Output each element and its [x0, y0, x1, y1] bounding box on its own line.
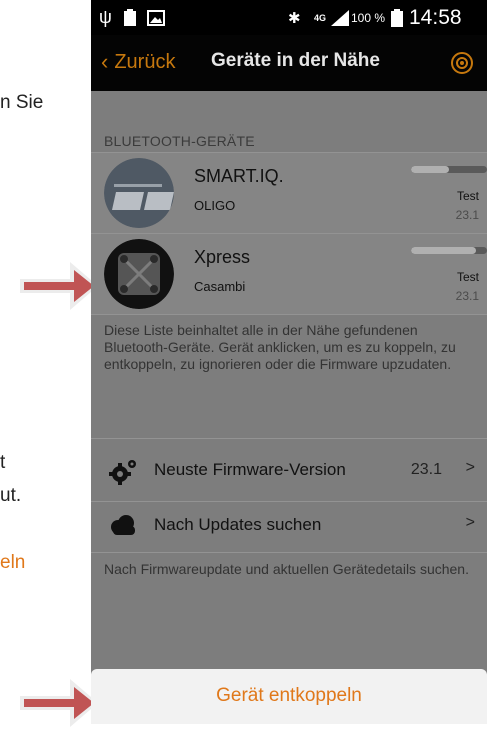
firmware-description: Nach Firmwareupdate und aktuellen Geräte…: [104, 561, 469, 577]
device-smartiq-avatar: [104, 158, 174, 228]
device-row[interactable]: SMART.IQ. OLIGO Test 23.1: [91, 153, 487, 233]
chevron-right-icon: >: [465, 514, 475, 531]
divider: [91, 438, 487, 439]
device-version: 23.1: [455, 208, 479, 222]
phone-screen: ψ ✱ 4G 100 % 14:58 ‹ Zurück Geräte in de…: [91, 0, 487, 724]
battery-percent: 100 %: [351, 10, 386, 25]
arrow-right-icon: [20, 679, 98, 727]
divider: [91, 314, 487, 315]
doc-text-fragment: t: [0, 452, 6, 473]
doc-text-fragment-highlight: eln: [0, 552, 26, 573]
signal-strength-bar: [411, 247, 487, 254]
signal-icon: [331, 0, 349, 35]
chevron-right-icon: >: [465, 459, 475, 476]
device-name: SMART.IQ.: [194, 166, 284, 186]
image-icon: [147, 0, 165, 35]
back-button[interactable]: ‹ Zurück: [101, 49, 175, 75]
device-row[interactable]: Xpress Casambi Test 23.1: [91, 234, 487, 314]
action-bar: ‹ Zurück Geräte in der Nähe: [91, 35, 487, 91]
section-header: BLUETOOTH-GERÄTE: [104, 133, 255, 149]
item-label: Neuste Firmware-Version: [154, 460, 346, 479]
status-bar: ψ ✱ 4G 100 % 14:58: [91, 0, 487, 35]
unpair-label: Gerät entkoppeln: [216, 685, 362, 706]
latest-firmware-item[interactable]: Neuste Firmware-Version 23.1 >: [91, 447, 487, 493]
network-type: 4G: [314, 12, 327, 23]
firmware-version-value: 23.1: [410, 461, 442, 478]
doc-text-fragment: n Sie: [0, 92, 44, 113]
usb-icon: ψ: [99, 7, 112, 27]
device-xpress-avatar: [104, 239, 174, 309]
battery-icon: [391, 0, 403, 35]
chevron-left-icon: ‹: [101, 49, 109, 74]
device-vendor: Casambi: [194, 279, 246, 294]
clock: 14:58: [409, 5, 462, 29]
arrow-right-icon: [20, 262, 98, 310]
device-tag: Test: [456, 270, 479, 284]
signal-strength-bar: [411, 166, 487, 173]
device-vendor: OLIGO: [194, 198, 236, 213]
item-label: Nach Updates suchen: [154, 515, 322, 534]
device-version: 23.1: [455, 289, 479, 303]
check-updates-item[interactable]: Nach Updates suchen >: [91, 502, 487, 548]
device-tag: Test: [456, 189, 479, 203]
doc-text-fragment: ut.: [0, 485, 22, 506]
nearby-broadcast-icon[interactable]: [449, 50, 475, 81]
page-title: Geräte in der Nähe: [211, 50, 380, 71]
divider: [91, 552, 487, 553]
gears-icon: [108, 457, 138, 490]
device-name: Xpress: [194, 247, 251, 267]
back-label: Zurück: [114, 50, 176, 73]
bluetooth-icon: ✱: [288, 9, 301, 27]
device-list-description: Diese Liste beinhaltet alle in der Nähe …: [104, 322, 456, 372]
unpair-device-button[interactable]: Gerät entkoppeln: [91, 669, 487, 724]
battery-full-icon: [123, 0, 137, 35]
cloud-icon: [108, 514, 138, 541]
